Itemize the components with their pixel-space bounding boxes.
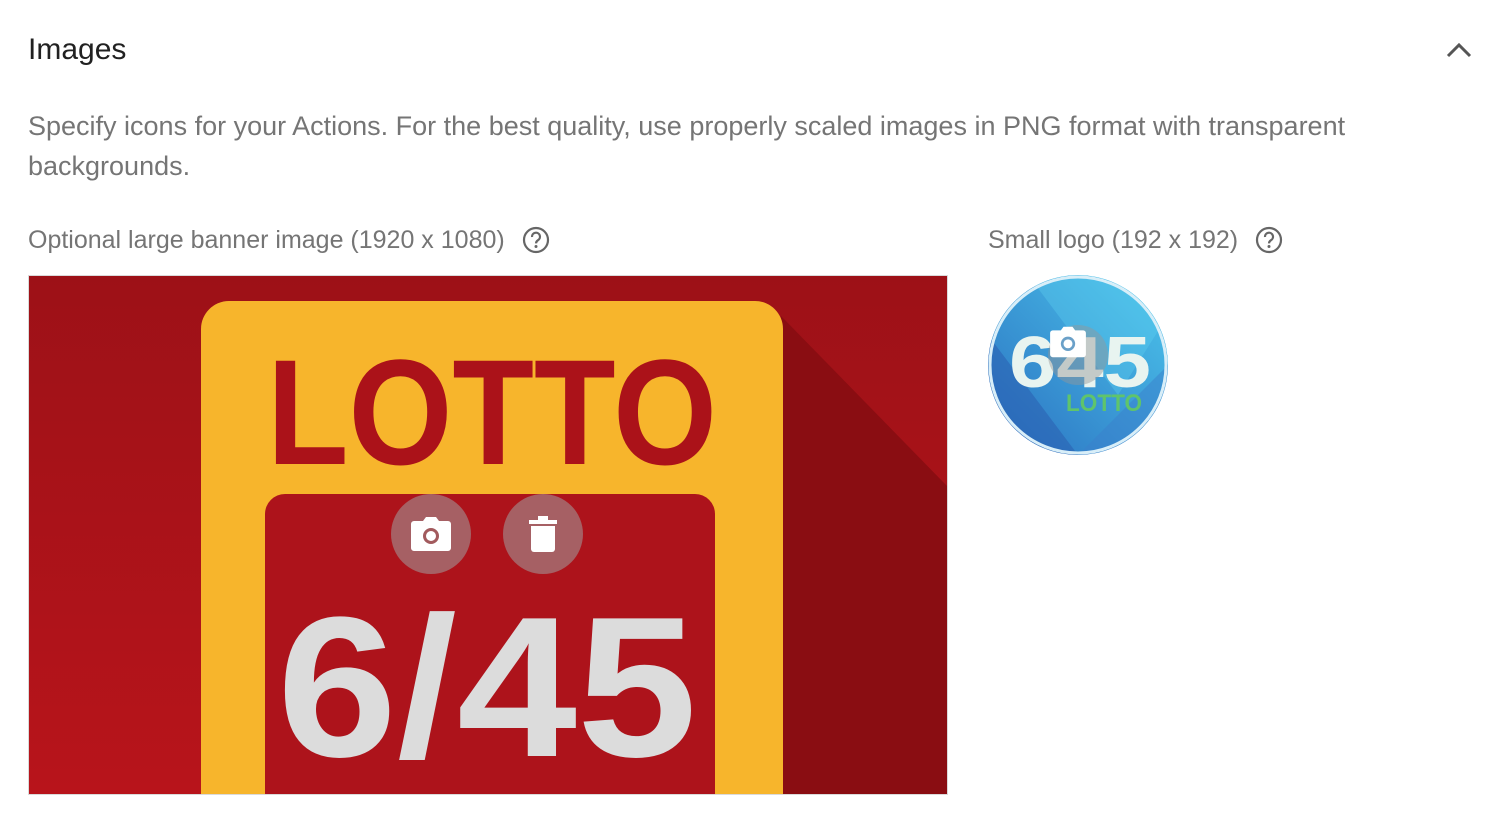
images-panel: Images Specify icons for your Actions. F… xyxy=(0,0,1508,820)
help-circle-icon xyxy=(522,226,549,254)
logo-image[interactable]: 645 LOTTO xyxy=(988,275,1168,455)
banner-artwork: LOTTO 6/45 xyxy=(29,276,947,794)
banner-label: Optional large banner image (1920 x 1080… xyxy=(28,226,505,254)
logo-lotto-text: LOTTO xyxy=(1066,390,1142,417)
section-description: Specify icons for your Actions. For the … xyxy=(28,111,1346,181)
logo-help-button[interactable] xyxy=(1254,225,1284,255)
trash-icon xyxy=(529,516,557,552)
change-banner-button[interactable] xyxy=(391,494,471,574)
change-logo-button[interactable] xyxy=(1048,325,1108,385)
banner-lotto-text: LOTTO xyxy=(267,328,717,496)
banner-help-button[interactable] xyxy=(521,225,551,255)
banner-number-text: 6/45 xyxy=(277,576,697,794)
banner-image[interactable]: LOTTO 6/45 xyxy=(28,275,948,795)
logo-label-row: Small logo (192 x 192) xyxy=(988,222,1284,258)
logo-label: Small logo (192 x 192) xyxy=(988,226,1239,254)
delete-banner-button[interactable] xyxy=(503,494,583,574)
banner-label-row: Optional large banner image (1920 x 1080… xyxy=(28,222,551,258)
camera-icon xyxy=(1050,326,1086,358)
help-circle-icon xyxy=(1256,226,1283,254)
camera-icon xyxy=(411,517,451,551)
chevron-up-icon xyxy=(1446,42,1472,58)
section-title: Images xyxy=(28,33,127,66)
collapse-button[interactable] xyxy=(1440,32,1478,68)
